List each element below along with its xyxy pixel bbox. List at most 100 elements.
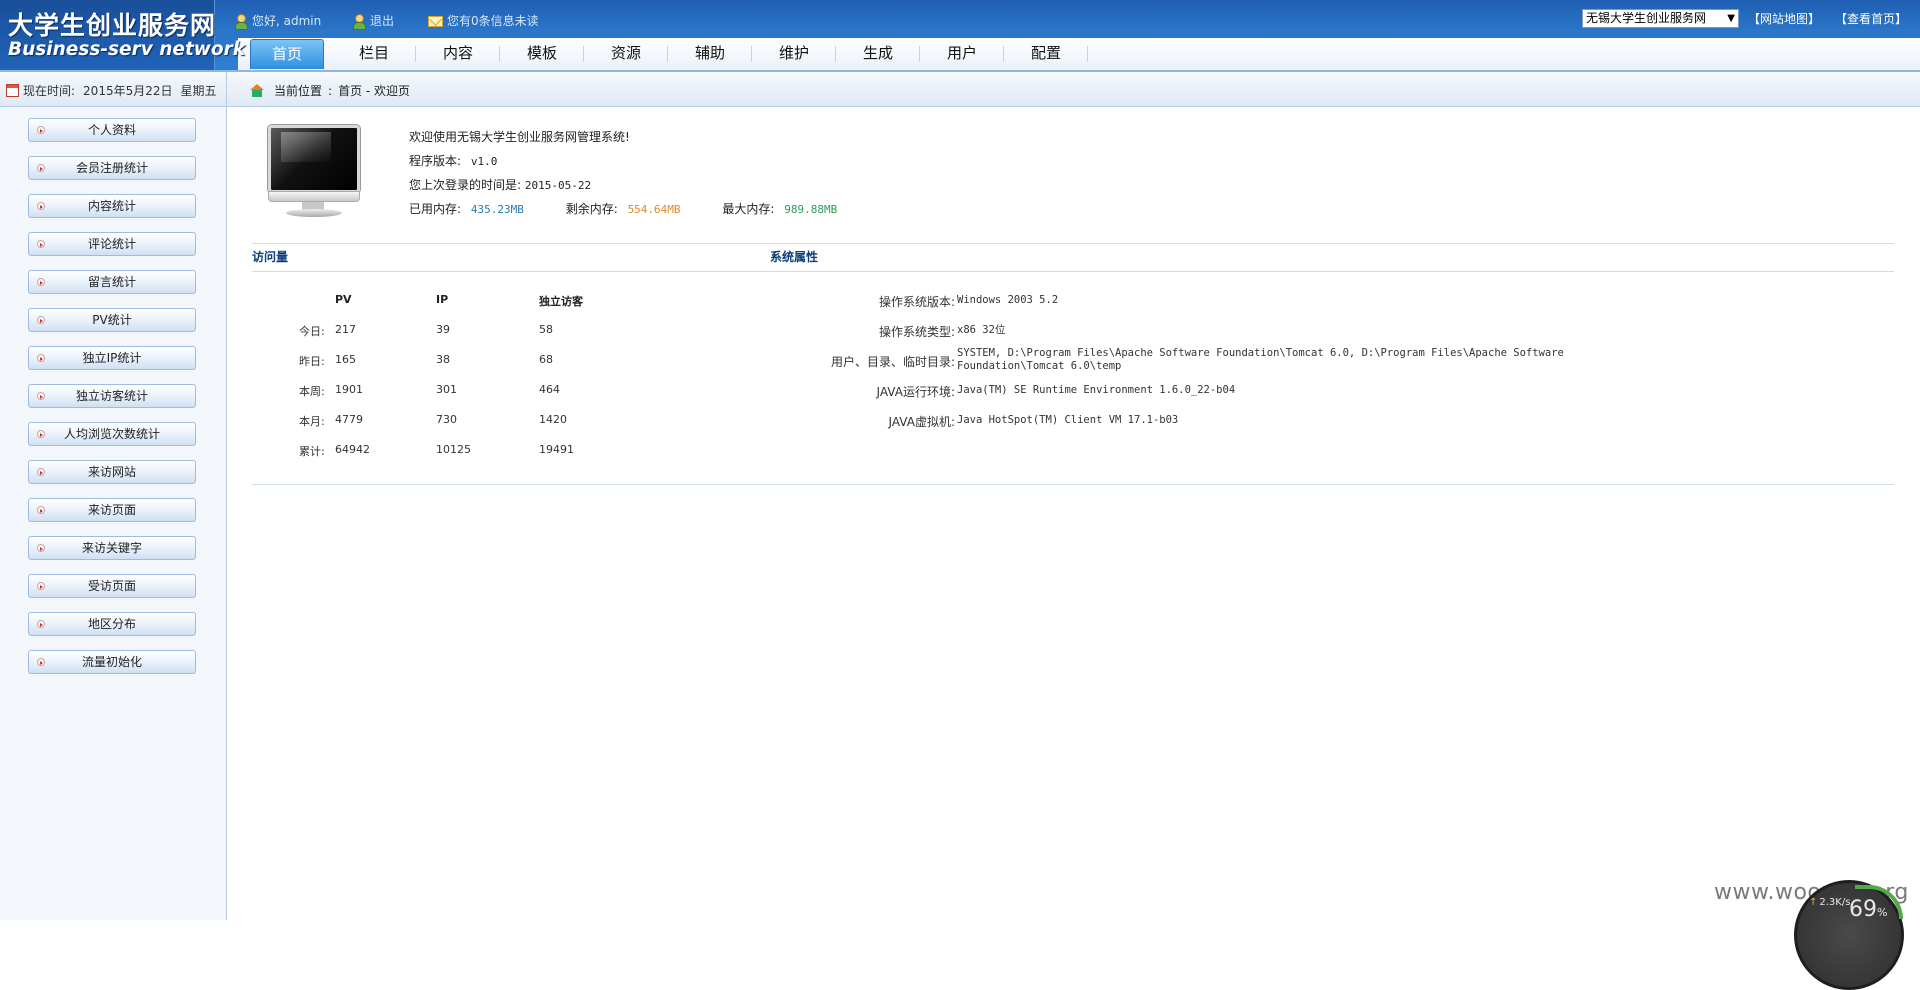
used-mem-label: 已用内存: <box>409 202 462 216</box>
nav-item-maintenance[interactable]: 维护 <box>752 39 836 68</box>
sidebar-item-label: 个人资料 <box>87 123 136 137</box>
nav-item-generate[interactable]: 生成 <box>836 39 920 68</box>
visits-cell-pv: 4779 <box>335 413 363 426</box>
sidebar-item-comment-stats[interactable]: 评论统计 <box>28 232 196 256</box>
sys-value: Java HotSpot(TM) Client VM 17.1-b03 <box>957 414 1179 426</box>
sidebar-item-label: 来访网站 <box>87 465 136 479</box>
sidebar: 个人资料 会员注册统计 内容统计 评论统计 留言统计 PV统计 独立IP统计 独… <box>0 107 227 920</box>
site-logo: 大学生创业服务网 Business-serv network <box>0 0 245 70</box>
nav-item-home[interactable]: 首页 <box>250 39 324 69</box>
visits-cell-ip: 38 <box>436 353 450 366</box>
sidebar-item-content-stats[interactable]: 内容统计 <box>28 194 196 218</box>
calendar-icon <box>6 84 19 97</box>
visits-cell-uv: 1420 <box>539 413 567 426</box>
dropdown-arrow-icon: ▼ <box>1727 13 1735 24</box>
visits-row-label: 本月: <box>299 415 325 428</box>
mail-icon <box>428 15 443 27</box>
max-mem-value: 989.88MB <box>784 203 838 216</box>
speed-text: ↑ 2.3K/s <box>1809 897 1850 908</box>
sidebar-item-region[interactable]: 地区分布 <box>28 612 196 636</box>
visits-header-pv: PV <box>335 293 352 306</box>
site-select[interactable]: 无锡大学生创业服务网 ▼ <box>1582 9 1739 28</box>
visits-cell-pv: 64942 <box>335 443 370 456</box>
visits-cell-ip: 730 <box>436 413 457 426</box>
sidebar-item-label: 独立IP统计 <box>82 351 142 365</box>
sidebar-item-reset-traffic[interactable]: 流量初始化 <box>28 650 196 674</box>
date-value: 2015年5月22日 <box>83 84 173 98</box>
top-header: 大学生创业服务网 Business-serv network 您好, admin… <box>0 0 1920 70</box>
sidebar-item-label: 会员注册统计 <box>75 161 148 175</box>
free-mem-label: 剩余内存: <box>565 202 618 216</box>
nav-item-columns[interactable]: 栏目 <box>332 39 416 68</box>
nav-item-config[interactable]: 配置 <box>1004 39 1088 68</box>
current-date: 现在时间: 2015年5月22日 星期五 <box>6 82 217 99</box>
sidebar-item-ip-stats[interactable]: 独立IP统计 <box>28 346 196 370</box>
sidebar-item-message-stats[interactable]: 留言统计 <box>28 270 196 294</box>
site-select-value: 无锡大学生创业服务网 <box>1586 11 1707 25</box>
main-nav: 首页 栏目 内容 模板 资源 辅助 维护 生成 用户 配置 <box>246 39 1088 70</box>
logo-title-cn: 大学生创业服务网 <box>8 11 217 40</box>
nav-item-users[interactable]: 用户 <box>920 39 1004 68</box>
version-row: 程序版本: v1.0 <box>409 149 875 173</box>
upload-arrow-icon: ↑ <box>1809 897 1818 908</box>
memory-row: 已用内存: 435.23MB 剩余内存: 554.64MB 最大内存: 989.… <box>409 197 875 221</box>
nav-item-auxiliary[interactable]: 辅助 <box>668 39 752 68</box>
messages-text[interactable]: 您有0条信息未读 <box>447 12 539 30</box>
sidebar-item-profile[interactable]: 个人资料 <box>28 118 196 142</box>
main-content: 欢迎使用无锡大学生创业服务网管理系统! 程序版本: v1.0 您上次登录的时间是… <box>227 107 1920 920</box>
sidebar-item-visited-pages[interactable]: 受访页面 <box>28 574 196 598</box>
visits-cell-pv: 1901 <box>335 383 363 396</box>
logout-text[interactable]: 退出 <box>370 12 394 30</box>
sidebar-item-label: PV统计 <box>92 313 132 327</box>
visits-cell-uv: 58 <box>539 323 553 336</box>
welcome-message: 欢迎使用无锡大学生创业服务网管理系统! <box>409 130 630 144</box>
sidebar-item-label: 评论统计 <box>87 237 136 251</box>
home-icon <box>250 84 264 97</box>
monitor-icon <box>262 125 362 225</box>
sidebar-item-label: 地区分布 <box>87 617 136 631</box>
sidebar-item-keywords[interactable]: 来访关键字 <box>28 536 196 560</box>
version-value: v1.0 <box>470 155 498 168</box>
percent-unit: % <box>1877 906 1888 919</box>
nav-item-templates[interactable]: 模板 <box>500 39 584 68</box>
greeting-text: 您好, admin <box>252 14 322 28</box>
network-speed-widget: ↑ 2.3K/s 69% <box>1794 880 1904 990</box>
visits-cell-ip: 10125 <box>436 443 471 456</box>
view-home-link[interactable]: 【查看首页】 <box>1835 10 1907 27</box>
version-label: 程序版本: <box>409 154 462 168</box>
divider <box>252 243 1894 244</box>
nav-item-resources[interactable]: 资源 <box>584 39 668 68</box>
visits-row-label: 昨日: <box>299 355 325 368</box>
sidebar-item-label: 来访关键字 <box>81 541 142 555</box>
last-login-value: 2015-05-22 <box>524 179 592 192</box>
breadcrumb-path[interactable]: 首页 - 欢迎页 <box>338 82 410 99</box>
visits-row-label: 累计: <box>299 445 325 458</box>
free-mem-value: 554.64MB <box>627 203 681 216</box>
sidebar-item-visitor-stats[interactable]: 独立访客统计 <box>28 384 196 408</box>
visits-cell-ip: 39 <box>436 323 450 336</box>
sys-value: x86 32位 <box>957 324 1006 336</box>
user-icon <box>234 14 248 30</box>
messages-link[interactable]: 您有0条信息未读 <box>428 12 539 30</box>
logout-icon <box>352 14 366 30</box>
sidebar-item-member-stats[interactable]: 会员注册统计 <box>28 156 196 180</box>
status-bar: 现在时间: 2015年5月22日 星期五 当前位置 : 首页 - 欢迎页 <box>0 70 1920 107</box>
weekday-value: 星期五 <box>180 84 217 98</box>
visits-cell-ip: 301 <box>436 383 457 396</box>
logout-link[interactable]: 退出 <box>352 12 394 30</box>
user-greeting: 您好, admin <box>234 12 321 30</box>
sidebar-item-label: 人均浏览次数统计 <box>63 427 160 441</box>
visits-cell-uv: 68 <box>539 353 553 366</box>
system-title: 系统属性 <box>770 250 819 264</box>
visits-cell-uv: 464 <box>539 383 560 396</box>
sitemap-link[interactable]: 【网站地图】 <box>1748 10 1820 27</box>
breadcrumb: 当前位置 : 首页 - 欢迎页 <box>250 82 410 99</box>
divider <box>226 72 227 107</box>
sidebar-item-referrer-pages[interactable]: 来访页面 <box>28 498 196 522</box>
sidebar-item-referrer-sites[interactable]: 来访网站 <box>28 460 196 484</box>
percent-value: 69 <box>1849 897 1877 922</box>
sidebar-item-pv-stats[interactable]: PV统计 <box>28 308 196 332</box>
sidebar-item-avg-views[interactable]: 人均浏览次数统计 <box>28 422 196 446</box>
speed-value: 2.3K/s <box>1819 897 1851 908</box>
nav-item-content[interactable]: 内容 <box>416 39 500 68</box>
